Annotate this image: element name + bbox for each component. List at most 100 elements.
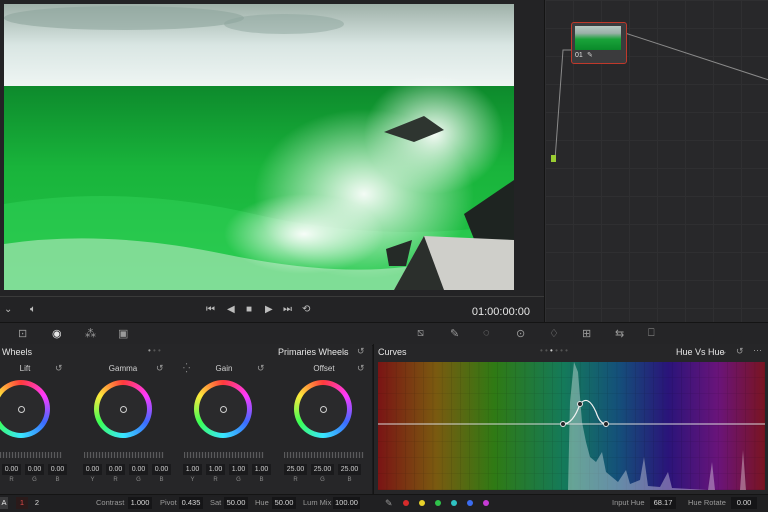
chevron-down-icon[interactable]: ⌄ xyxy=(4,304,12,315)
stop-icon[interactable]: ■ xyxy=(246,304,252,315)
offset-wheel[interactable] xyxy=(294,380,352,438)
3d-icon[interactable]: ⎕ xyxy=(648,327,655,340)
lift-wheel[interactable] xyxy=(0,380,50,438)
gain-reset-icon[interactable]: ↺ xyxy=(257,363,265,374)
page-dots: • • • • • • xyxy=(540,346,568,355)
page-2-button[interactable]: 2 xyxy=(31,497,43,509)
chevron-down-icon[interactable]: ⌄ xyxy=(341,346,349,357)
swatch-cyan[interactable] xyxy=(451,500,457,506)
gamma-wheel[interactable] xyxy=(94,380,152,438)
page-1-button[interactable]: 1 xyxy=(16,497,28,509)
contrast-label: Contrast xyxy=(96,498,125,507)
lift-reset-icon[interactable]: ↺ xyxy=(55,363,63,374)
lift-channels: RGB xyxy=(9,477,60,483)
qualifier-icon[interactable]: ✎ xyxy=(450,327,459,340)
play-icon[interactable]: ▶ xyxy=(265,304,273,315)
more-options-icon[interactable]: ⋯ xyxy=(753,345,762,356)
pivot-label: Pivot xyxy=(160,498,177,507)
lift-label: Lift xyxy=(19,364,31,373)
skip-back-icon[interactable]: ⏮︎ xyxy=(206,304,215,315)
lift-values: 0.00 0.00 0.00 xyxy=(2,464,67,475)
timeline-scrubber[interactable] xyxy=(0,296,544,297)
curves-icon[interactable]: ⧅ xyxy=(417,327,424,340)
gain-channels: YRGB xyxy=(190,477,264,483)
offset-channels: RGB xyxy=(293,477,352,483)
gamma-values: 0.00 0.00 0.00 0.00 xyxy=(83,464,171,475)
chevron-down-icon[interactable]: ⌄ xyxy=(720,346,728,357)
blur-icon[interactable]: ♢ xyxy=(549,327,559,340)
panel-title: Curves xyxy=(378,347,407,357)
lum-mix-label: Lum Mix xyxy=(303,498,332,507)
pencil-icon: ✎ xyxy=(587,52,593,59)
node-editor[interactable]: 01 ✎ xyxy=(544,0,768,322)
curves-mode-dropdown[interactable]: Hue Vs Hue xyxy=(676,347,725,357)
timecode-display: 01:00:00:00 xyxy=(471,306,530,318)
adjustment-bar: A 1 2 Contrast 1.000 Pivot 0.435 Sat 50.… xyxy=(0,494,768,512)
hue-vs-hue-graph[interactable] xyxy=(378,362,765,490)
gain-label: Gain xyxy=(215,364,233,373)
loop-icon[interactable]: ⟲ xyxy=(302,304,310,315)
panel-title: Wheels xyxy=(2,347,33,357)
input-hue-field[interactable]: 68.17 xyxy=(650,497,676,509)
node-thumbnail xyxy=(575,26,621,50)
curve-point xyxy=(577,401,583,407)
swatch-magenta[interactable] xyxy=(483,500,489,506)
frame-icon[interactable]: ⊡ xyxy=(18,327,27,340)
speaker-icon[interactable]: 🔈︎ xyxy=(30,304,36,315)
swatch-green[interactable] xyxy=(435,500,441,506)
key-icon[interactable]: ⊞ xyxy=(582,327,591,340)
offset-master-dial[interactable] xyxy=(284,452,364,458)
gamma-reset-icon[interactable]: ↺ xyxy=(156,363,164,374)
gain-values: 1.00 1.00 1.00 1.00 xyxy=(183,464,271,475)
wheels-mode-dropdown[interactable]: Primaries Wheels xyxy=(278,347,349,357)
reset-icon[interactable]: ↺ xyxy=(736,346,744,357)
offset-label: Offset xyxy=(313,364,335,373)
node-label: 01 xyxy=(575,52,583,59)
swatch-yellow[interactable] xyxy=(419,500,425,506)
page-a-button[interactable]: A xyxy=(0,497,8,509)
color-toolbar: ⊡ ◉ ⁂ ▣ ⧅ ✎ ◌ ⊙ ♢ ⊞ ⇆ ⎕ xyxy=(0,322,768,346)
window-icon[interactable]: ◌ xyxy=(483,327,490,339)
reset-icon[interactable]: ↺ xyxy=(357,346,365,357)
curves-panel: Curves • • • • • • Hue Vs Hue ⌄ ↺ ⋯ xyxy=(373,344,768,494)
picker-icon[interactable]: ⁛ xyxy=(183,363,190,374)
sat-label: Sat xyxy=(210,498,222,507)
page-dots: • • • xyxy=(148,346,161,355)
hue-rotate-field[interactable]: 0.00 xyxy=(731,497,757,509)
viewer-panel: ⌄ 🔈︎ ⏮︎ ◀ ■ ▶ ⏭︎ ⟲ 01:00:00:00 xyxy=(0,0,544,322)
hue-rotate-label: Hue Rotate xyxy=(688,498,726,507)
nodes-icon[interactable]: ⁂ xyxy=(85,327,96,340)
gamma-master-dial[interactable] xyxy=(84,452,164,458)
viewer-image[interactable] xyxy=(4,4,514,290)
pivot-field[interactable]: 0.435 xyxy=(179,497,203,509)
rgb-mixer-icon[interactable]: ▣ xyxy=(118,327,128,340)
eyedropper-icon[interactable]: ✎ xyxy=(385,498,393,509)
sat-field[interactable]: 50.00 xyxy=(224,497,248,509)
lum-mix-field[interactable]: 100.00 xyxy=(333,497,360,509)
skip-forward-icon[interactable]: ⏭︎ xyxy=(283,304,292,315)
primaries-wheels-panel: Wheels • • • Primaries Wheels ⌄ ↺ Lift ↺… xyxy=(0,344,372,494)
input-hue-label: Input Hue xyxy=(612,498,645,507)
gamma-channels: YRGB xyxy=(90,477,164,483)
contrast-field[interactable]: 1.000 xyxy=(128,497,152,509)
transport-bar: ⌄ 🔈︎ ⏮︎ ◀ ■ ▶ ⏭︎ ⟲ 01:00:00:00 xyxy=(0,300,544,322)
ocean-wave-image xyxy=(4,4,514,290)
curve-point xyxy=(560,421,566,427)
swatch-red[interactable] xyxy=(403,500,409,506)
hue-label: Hue xyxy=(255,498,269,507)
sizing-icon[interactable]: ⇆ xyxy=(615,327,624,340)
node-01[interactable]: 01 ✎ xyxy=(571,22,627,64)
offset-reset-icon[interactable]: ↺ xyxy=(357,363,365,374)
hue-field[interactable]: 50.00 xyxy=(272,497,296,509)
lift-master-dial[interactable] xyxy=(0,452,62,458)
gamma-label: Gamma xyxy=(108,364,138,373)
gain-wheel[interactable] xyxy=(194,380,252,438)
play-reverse-icon[interactable]: ◀ xyxy=(227,304,235,315)
swatch-blue[interactable] xyxy=(467,500,473,506)
color-wheel-icon[interactable]: ◉ xyxy=(52,327,62,340)
curve-point xyxy=(603,421,609,427)
offset-values: 25.00 25.00 25.00 xyxy=(284,464,361,475)
tracker-icon[interactable]: ⊙ xyxy=(516,327,525,340)
source-input-icon xyxy=(551,155,556,162)
gain-master-dial[interactable] xyxy=(184,452,264,458)
